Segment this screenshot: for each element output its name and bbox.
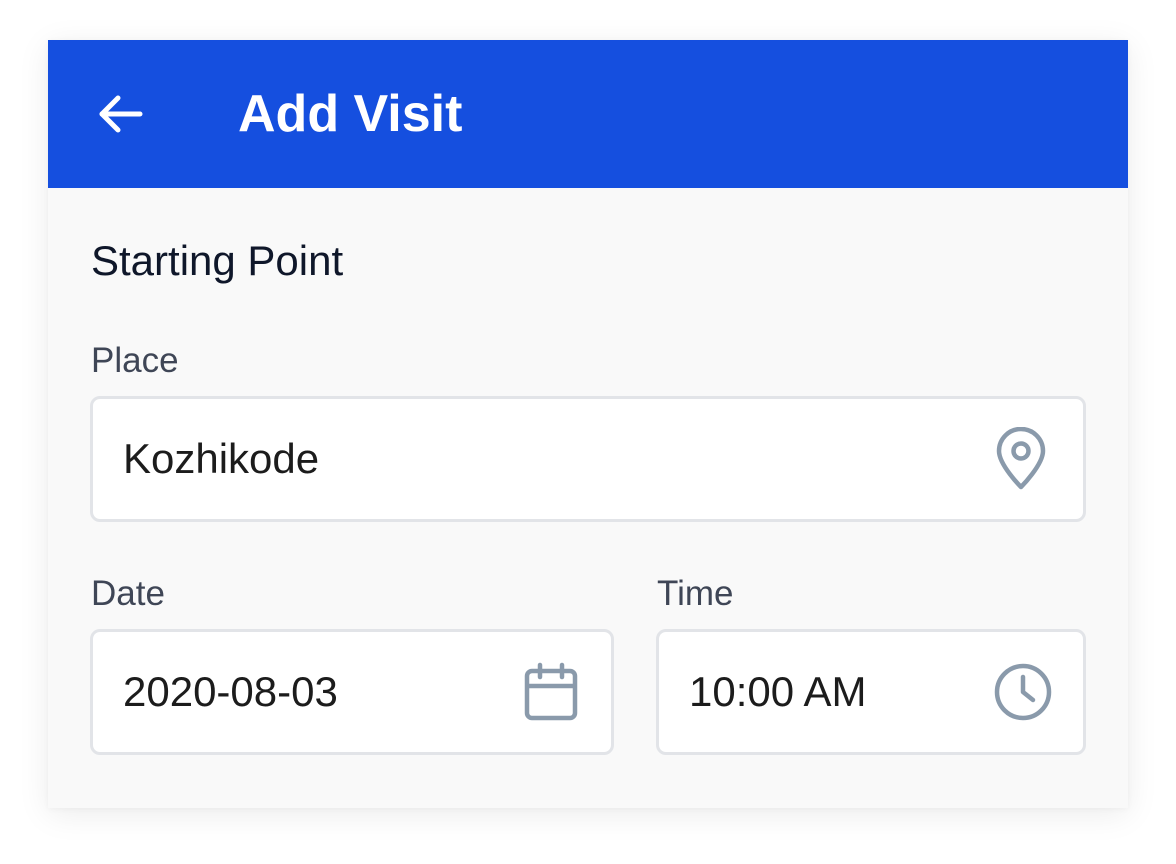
time-value: 10:00 AM [689,668,867,715]
map-pin-icon[interactable] [993,427,1049,491]
section-title: Starting Point [91,237,344,284]
calendar-icon[interactable] [523,662,579,722]
back-button[interactable] [92,86,148,142]
time-field[interactable]: 10:00 AM [656,629,1086,755]
place-field[interactable]: Kozhikode [90,396,1086,522]
place-label: Place [91,341,179,380]
page-title: Add Visit [238,85,463,143]
date-label: Date [91,574,165,613]
time-label: Time [657,574,734,613]
clock-icon[interactable] [993,662,1053,722]
date-field[interactable]: 2020-08-03 [90,629,614,755]
add-visit-screen: Add Visit Starting Point Place Kozhikode… [48,40,1128,808]
arrow-left-icon [99,95,143,133]
date-value: 2020-08-03 [123,668,338,715]
app-bar: Add Visit [48,40,1128,188]
place-value: Kozhikode [123,435,320,482]
